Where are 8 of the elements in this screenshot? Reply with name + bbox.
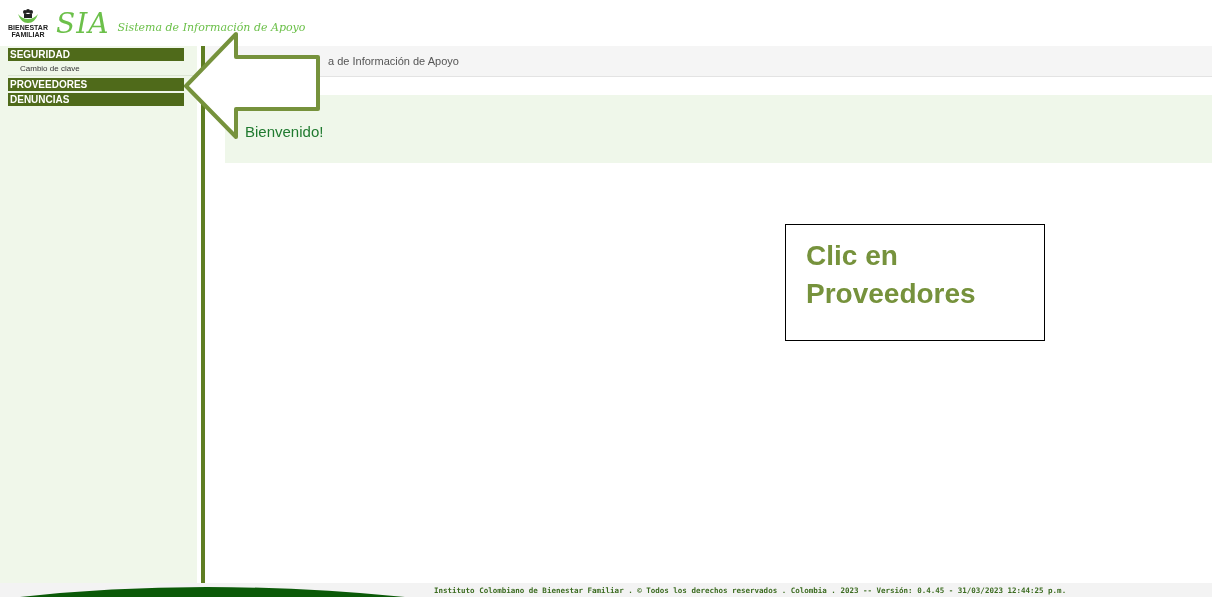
menu-section[interactable]: SEGURIDAD <box>8 48 184 61</box>
welcome-text: Bienvenido! <box>245 122 324 140</box>
app-subtitle: Sistema de Información de Apoyo <box>117 20 306 34</box>
app-name: SIA <box>56 6 110 40</box>
callout-text: Clic en Proveedores <box>806 239 977 311</box>
menu-section[interactable]: DENUNCIAS <box>8 93 184 106</box>
logo-icon <box>17 8 39 24</box>
menu-section[interactable]: PROVEEDORES <box>8 78 184 91</box>
